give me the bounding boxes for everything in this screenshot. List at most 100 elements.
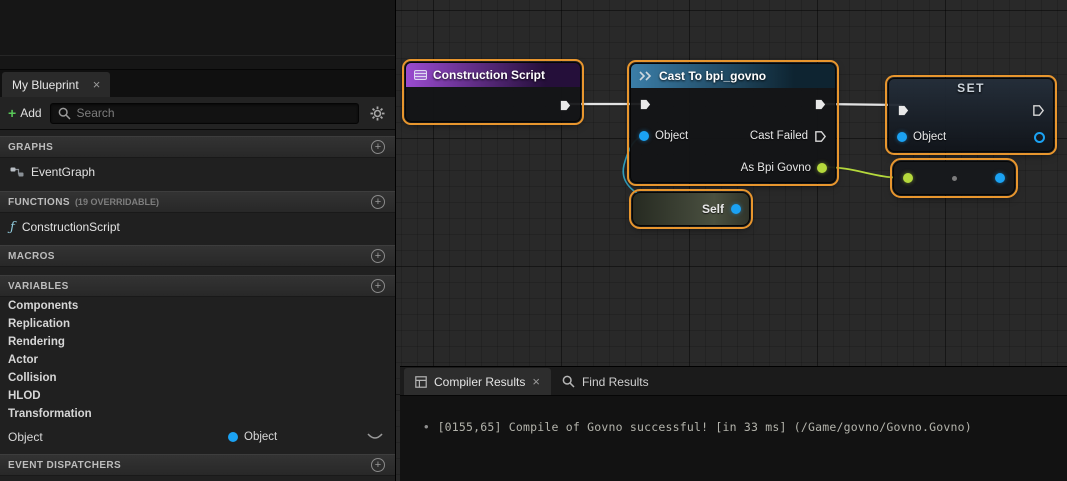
node-variable-compact[interactable]: [890, 158, 1018, 198]
node-construction-title: Construction Script: [433, 68, 546, 82]
as-bpi-govno-label: As Bpi Govno: [740, 162, 811, 174]
variable-type-pill[interactable]: Object: [228, 431, 277, 443]
event-dispatchers-section-header[interactable]: EVENT DISPATCHERS +: [0, 454, 395, 476]
object-input-pin[interactable]: [639, 131, 649, 141]
function-icon: ƒ: [10, 219, 15, 235]
event-dispatchers-section-label: EVENT DISPATCHERS: [8, 459, 122, 471]
cast-failed-label: Cast Failed: [749, 130, 808, 142]
graphs-section-header[interactable]: GRAPHS +: [0, 136, 395, 158]
self-label: Self: [701, 202, 724, 216]
object-output-pin[interactable]: [995, 173, 1005, 183]
variable-category-rendering[interactable]: Rendering: [0, 333, 395, 351]
macros-section-label: MACROS: [8, 250, 55, 262]
search-icon: [58, 107, 71, 120]
object-input-label: Object: [655, 130, 689, 142]
variable-category-transformation[interactable]: Transformation: [0, 405, 395, 423]
add-graph-icon[interactable]: +: [371, 140, 385, 154]
variables-section-header[interactable]: VARIABLES +: [0, 275, 395, 297]
search-icon: [562, 375, 575, 388]
eventgraph-icon: [10, 167, 24, 177]
compiler-results-content: • [0155,65] Compile of Govno successful!…: [400, 396, 1067, 434]
graph-item-label: EventGraph: [31, 165, 96, 179]
self-output-pin[interactable]: [731, 204, 741, 214]
tab-compiler-results[interactable]: Compiler Results ×: [404, 368, 551, 395]
plus-icon: +: [8, 105, 17, 121]
add-macro-icon[interactable]: +: [371, 249, 385, 263]
variable-category-replication[interactable]: Replication: [0, 315, 395, 333]
add-button[interactable]: + Add: [8, 105, 42, 121]
tab-my-blueprint[interactable]: My Blueprint ×: [2, 72, 111, 97]
add-button-label: Add: [20, 106, 42, 120]
node-set-variable[interactable]: SET Object: [885, 75, 1057, 155]
set-object-row: Object: [889, 123, 1053, 151]
variable-row-object[interactable]: Object Object: [0, 425, 395, 449]
graph-item-eventgraph[interactable]: EventGraph: [0, 158, 395, 186]
variable-category-actor[interactable]: Actor: [0, 351, 395, 369]
function-item-constructionscript[interactable]: ƒ ConstructionScript: [0, 213, 395, 241]
exec-in-pin[interactable]: [639, 98, 652, 111]
node-cast-to-bpi-govno[interactable]: Cast To bpi_govno Object Cast Failed As …: [627, 60, 839, 186]
search-input[interactable]: Search: [49, 102, 359, 124]
variable-name: Object: [8, 430, 43, 444]
variables-section-label: VARIABLES: [8, 280, 69, 292]
cast-object-row: Object Cast Failed: [631, 120, 835, 152]
variable-category-hlod[interactable]: HLOD: [0, 387, 395, 405]
search-placeholder: Search: [76, 106, 115, 120]
variable-category-components[interactable]: Components: [0, 297, 395, 315]
node-cast-title: Cast To bpi_govno: [659, 69, 767, 83]
bottom-panel: Compiler Results × Find Results • [0155,…: [400, 366, 1067, 481]
collapsed-pin-dot: [951, 175, 957, 181]
function-item-label: ConstructionScript: [21, 220, 120, 234]
construction-script-icon: [414, 70, 427, 80]
tab-find-results[interactable]: Find Results: [551, 368, 660, 395]
bottom-tab-bar: Compiler Results × Find Results: [400, 367, 1067, 396]
node-construction-header[interactable]: Construction Script: [406, 63, 580, 87]
closed-eye-icon: [367, 433, 383, 439]
panel-tab-bar: My Blueprint ×: [0, 70, 395, 97]
node-construction-script[interactable]: Construction Script: [402, 59, 584, 125]
cast-failed-exec-pin[interactable]: [814, 130, 827, 143]
functions-section-header[interactable]: FUNCTIONS (19 OVERRIDABLE) +: [0, 191, 395, 213]
compiler-log-entry[interactable]: [0155,65] Compile of Govno successful! […: [438, 420, 972, 434]
object-input-pin[interactable]: [897, 132, 907, 142]
add-variable-icon[interactable]: +: [371, 279, 385, 293]
settings-button[interactable]: [367, 106, 387, 121]
exec-out-pin[interactable]: [1032, 104, 1045, 117]
add-event-dispatcher-icon[interactable]: +: [371, 458, 385, 472]
close-tab-icon[interactable]: ×: [93, 78, 101, 91]
gear-icon: [370, 106, 384, 120]
variable-type-label: Object: [244, 431, 278, 443]
object-output-pin[interactable]: [1034, 131, 1045, 143]
exec-out-pin[interactable]: [814, 98, 827, 111]
tab-compiler-results-label: Compiler Results: [434, 374, 526, 389]
cast-icon: [639, 71, 652, 81]
macros-section-header[interactable]: MACROS +: [0, 245, 395, 267]
exec-out-pin[interactable]: [559, 99, 572, 112]
object-input-label: Object: [913, 131, 947, 143]
functions-header-text: FUNCTIONS (19 OVERRIDABLE): [8, 197, 159, 208]
functions-section-label: FUNCTIONS: [8, 196, 70, 208]
exec-in-pin[interactable]: [897, 104, 910, 117]
variable-visibility-toggle[interactable]: [367, 433, 383, 441]
add-function-icon[interactable]: +: [371, 195, 385, 209]
log-bullet: •: [424, 419, 429, 434]
cast-result-row: As Bpi Govno: [631, 152, 835, 184]
variable-category-collision[interactable]: Collision: [0, 369, 395, 387]
node-cast-header[interactable]: Cast To bpi_govno: [631, 64, 835, 88]
node-construction-body: [406, 87, 580, 123]
close-tab-icon[interactable]: ×: [532, 375, 540, 388]
panel-top-spacer: [0, 0, 395, 70]
panel-toolbar: + Add Search: [0, 97, 395, 130]
my-blueprint-panel: My Blueprint × + Add Search GRAPHS + Eve…: [0, 0, 396, 481]
blueprint-editor: My Blueprint × + Add Search GRAPHS + Eve…: [0, 0, 1067, 481]
set-node-title: SET: [957, 81, 985, 95]
cast-exec-row: [631, 88, 835, 120]
as-bpi-govno-output-pin[interactable]: [817, 163, 827, 173]
functions-overridable-note: (19 OVERRIDABLE): [74, 197, 159, 207]
compiler-results-icon: [415, 375, 427, 388]
set-exec-row: [889, 97, 1053, 123]
object-type-pin-icon: [228, 432, 238, 442]
class-input-pin[interactable]: [903, 173, 913, 183]
graphs-section-label: GRAPHS: [8, 141, 54, 153]
node-self[interactable]: Self: [629, 189, 753, 229]
